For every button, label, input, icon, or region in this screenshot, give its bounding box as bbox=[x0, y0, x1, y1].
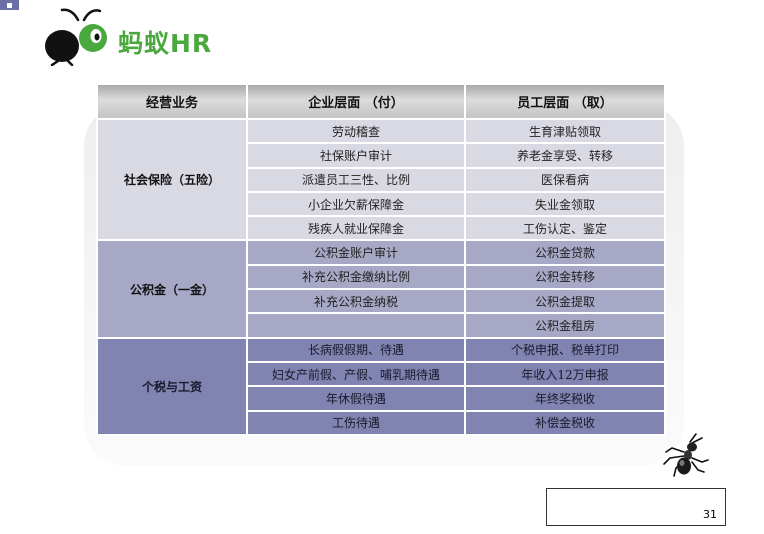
business-table: 经营业务 企业层面 （付） 员工层面 （取） 社会保险（五险） 劳动稽查 生育津… bbox=[96, 83, 666, 437]
employee-cell: 医保看病 bbox=[464, 166, 666, 193]
enterprise-cell: 年休假待遇 bbox=[246, 385, 466, 412]
header-business: 经营业务 bbox=[96, 83, 248, 120]
brand-name: 蚂蚁HR bbox=[118, 29, 213, 58]
employee-cell: 公积金租房 bbox=[464, 312, 666, 339]
employee-cell: 工伤认定、鉴定 bbox=[464, 215, 666, 242]
employee-cell: 失业金领取 bbox=[464, 190, 666, 218]
employee-cell: 公积金转移 bbox=[464, 263, 666, 291]
employee-cell: 补偿金税收 bbox=[464, 409, 666, 437]
employee-cell: 年收入12万申报 bbox=[464, 360, 666, 388]
enterprise-cell: 补充公积金纳税 bbox=[246, 288, 466, 315]
table-row: 社会保险（五险） 劳动稽查 生育津贴领取 bbox=[96, 117, 666, 242]
table-row: 公积金（一金） 公积金账户审计 公积金贷款 bbox=[96, 239, 666, 339]
employee-cell: 个税申报、税单打印 bbox=[464, 336, 666, 363]
header-enterprise: 企业层面 （付） bbox=[246, 83, 466, 120]
enterprise-cell: 残疾人就业保障金 bbox=[246, 215, 466, 242]
ant-illustration-icon bbox=[663, 433, 709, 477]
ant-logo-icon bbox=[45, 8, 107, 66]
employee-cell: 养老金享受、转移 bbox=[464, 142, 666, 169]
brand-logo: 蚂蚁HR bbox=[38, 6, 228, 66]
table-row: 个税与工资 长病假假期、待遇 个税申报、税单打印 bbox=[96, 336, 666, 437]
table-header-row: 经营业务 企业层面 （付） 员工层面 （取） bbox=[96, 83, 666, 120]
enterprise-cell: 妇女产前假、产假、哺乳期待遇 bbox=[246, 360, 466, 388]
enterprise-cell: 公积金账户审计 bbox=[246, 239, 466, 266]
header-employee: 员工层面 （取） bbox=[464, 83, 666, 120]
employee-cell: 生育津贴领取 bbox=[464, 117, 666, 145]
enterprise-cell: 补充公积金缴纳比例 bbox=[246, 263, 466, 291]
category-social-insurance: 社会保险（五险） bbox=[96, 117, 248, 242]
employee-cell: 年终奖税收 bbox=[464, 385, 666, 412]
enterprise-cell: 小企业欠薪保障金 bbox=[246, 190, 466, 218]
enterprise-cell: 长病假假期、待遇 bbox=[246, 336, 466, 363]
enterprise-cell: 劳动稽查 bbox=[246, 117, 466, 145]
page-number: 31 bbox=[703, 508, 717, 521]
category-tax-and-wages: 个税与工资 bbox=[96, 336, 248, 437]
category-housing-fund: 公积金（一金） bbox=[96, 239, 248, 339]
corner-decoration bbox=[0, 0, 19, 10]
enterprise-cell: 派遣员工三性、比例 bbox=[246, 166, 466, 193]
enterprise-cell: 工伤待遇 bbox=[246, 409, 466, 437]
page-number-box: 31 bbox=[546, 488, 726, 526]
enterprise-cell bbox=[246, 312, 466, 339]
enterprise-cell: 社保账户审计 bbox=[246, 142, 466, 169]
employee-cell: 公积金提取 bbox=[464, 288, 666, 315]
employee-cell: 公积金贷款 bbox=[464, 239, 666, 266]
